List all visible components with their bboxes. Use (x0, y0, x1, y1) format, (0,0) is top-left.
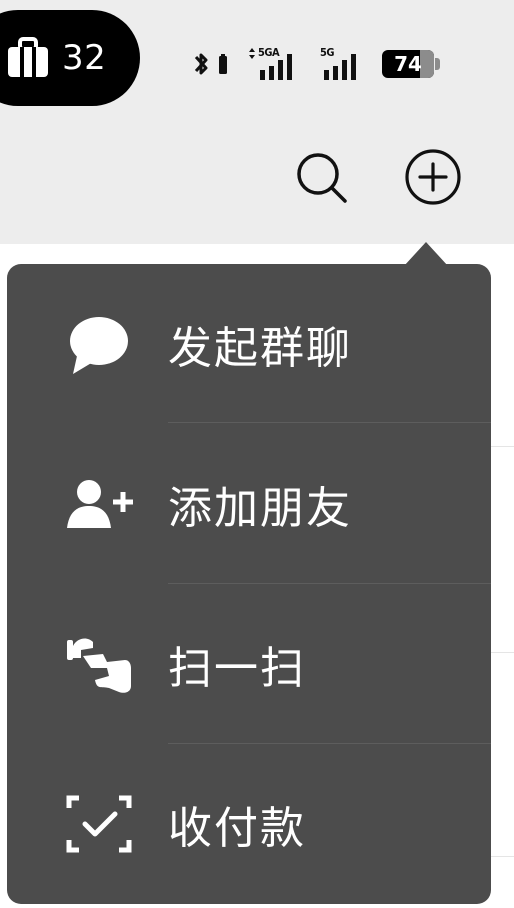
menu-item-payment[interactable]: 收付款 (7, 744, 491, 904)
battery-small-icon (219, 54, 227, 74)
signal-5ga: 5GA (246, 46, 302, 82)
signal-5g: 5G (318, 46, 366, 82)
add-friend-icon (67, 480, 133, 528)
menu-divider (168, 422, 491, 423)
menu-item-label: 发起群聊 (168, 323, 352, 374)
battery-level: 74 (394, 52, 422, 76)
menu-pointer (404, 242, 448, 266)
briefcase-icon (8, 37, 48, 77)
menu-item-group-chat[interactable]: 发起群聊 (7, 264, 491, 424)
work-badge-pill[interactable]: 32 (0, 10, 140, 106)
scan-icon (67, 638, 131, 693)
top-bar: 32 5GA 5G 74 (0, 0, 514, 244)
add-popup-menu: 发起群聊 添加朋友 扫一扫 收付款 (7, 264, 491, 904)
menu-item-scan[interactable]: 扫一扫 (7, 584, 491, 744)
list-divider (491, 856, 514, 857)
menu-item-label: 扫一扫 (168, 643, 306, 694)
menu-item-label: 添加朋友 (168, 483, 352, 534)
search-icon[interactable] (292, 148, 350, 206)
list-divider (491, 446, 514, 447)
bluetooth-icon (194, 53, 208, 75)
badge-count: 32 (62, 38, 107, 78)
menu-item-label: 收付款 (168, 803, 306, 854)
status-icons: 5GA 5G 74 (192, 44, 440, 84)
add-circle-icon[interactable] (404, 148, 462, 206)
chat-bubble-icon (70, 317, 128, 374)
menu-item-add-friend[interactable]: 添加朋友 (7, 424, 491, 584)
list-divider (491, 652, 514, 653)
payment-scan-icon (66, 795, 132, 853)
battery-indicator: 74 (382, 50, 440, 78)
screen: 32 5GA 5G 74 发起群聊 添加朋友 扫一扫 收付款 (0, 0, 514, 908)
